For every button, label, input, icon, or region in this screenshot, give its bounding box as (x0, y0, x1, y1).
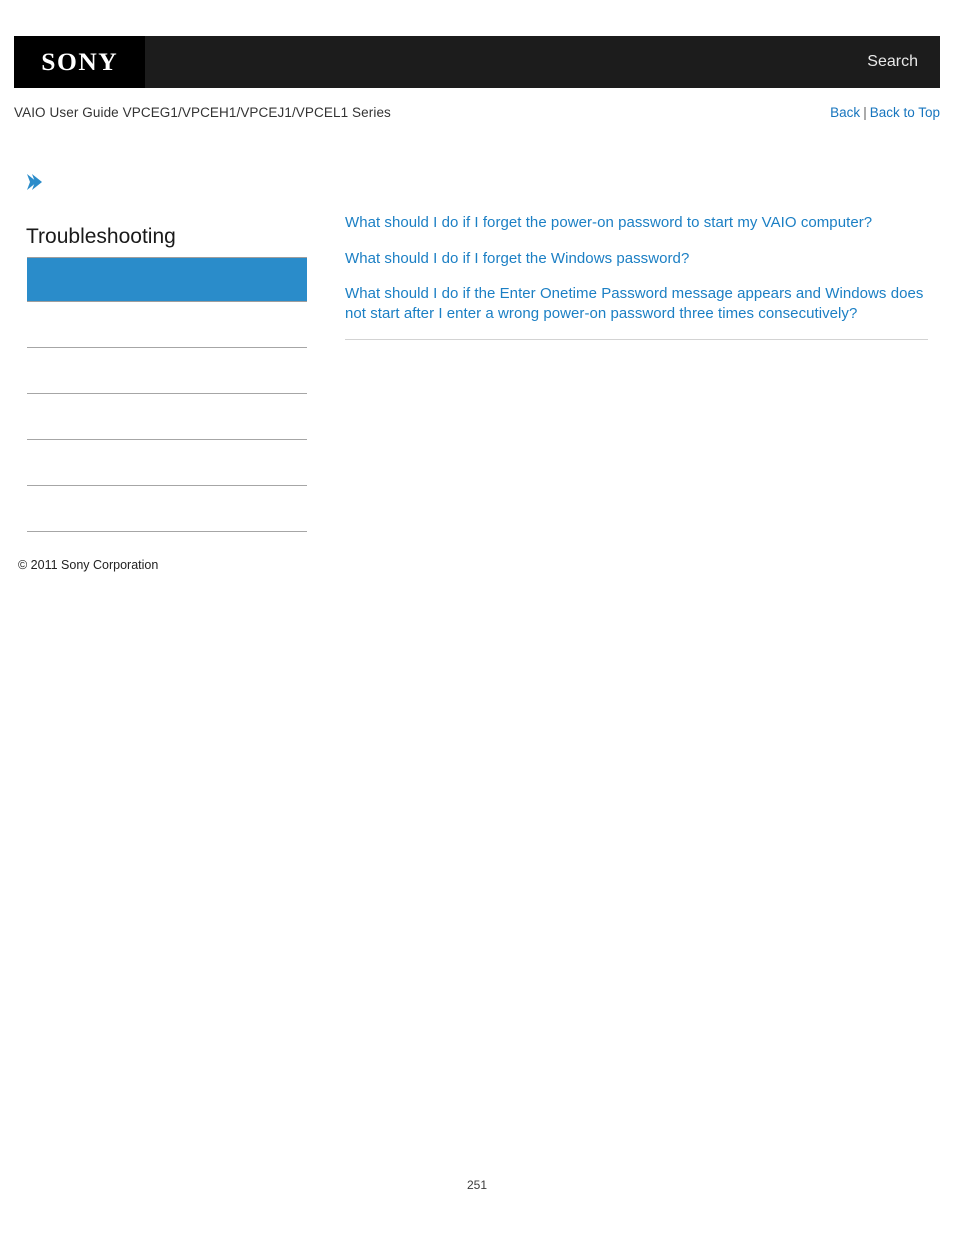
sidebar-item-selected[interactable] (27, 257, 307, 302)
sidebar-item-4[interactable] (27, 440, 307, 486)
page-number: 251 (466, 1178, 488, 1192)
content-divider (345, 339, 928, 340)
sony-logo-text: SONY (41, 48, 118, 76)
sidebar-item-1[interactable] (27, 302, 307, 348)
back-to-top-link[interactable]: Back to Top (870, 105, 940, 120)
sidebar-item-3[interactable] (27, 394, 307, 440)
copyright-notice: © 2011 Sony Corporation (18, 558, 159, 572)
sidebar: Troubleshooting © 2011 Sony Corporation (0, 160, 330, 572)
faq-link-3[interactable]: What should I do if the Enter Onetime Pa… (345, 284, 928, 323)
faq-link-2[interactable]: What should I do if I forget the Windows… (345, 249, 928, 269)
sony-logo[interactable]: SONY (14, 36, 145, 88)
faq-link-1[interactable]: What should I do if I forget the power-o… (345, 213, 928, 233)
sidebar-item-5[interactable] (27, 486, 307, 532)
sidebar-item-2[interactable] (27, 348, 307, 394)
top-header-bar: SONY Search (14, 36, 940, 88)
guide-title-bar: VAIO User Guide VPCEG1/VPCEH1/VPCEJ1/VPC… (14, 101, 940, 123)
header-nav-links: Back | Back to Top (830, 105, 940, 120)
main-content: What should I do if I forget the power-o… (345, 213, 928, 340)
sidebar-section-title: Troubleshooting (26, 225, 176, 248)
page-title: VAIO User Guide VPCEG1/VPCEH1/VPCEJ1/VPC… (14, 104, 391, 120)
search-link[interactable]: Search (867, 53, 918, 71)
chevron-right-icon (27, 174, 42, 190)
nav-separator: | (863, 104, 867, 120)
back-link[interactable]: Back (830, 105, 860, 120)
